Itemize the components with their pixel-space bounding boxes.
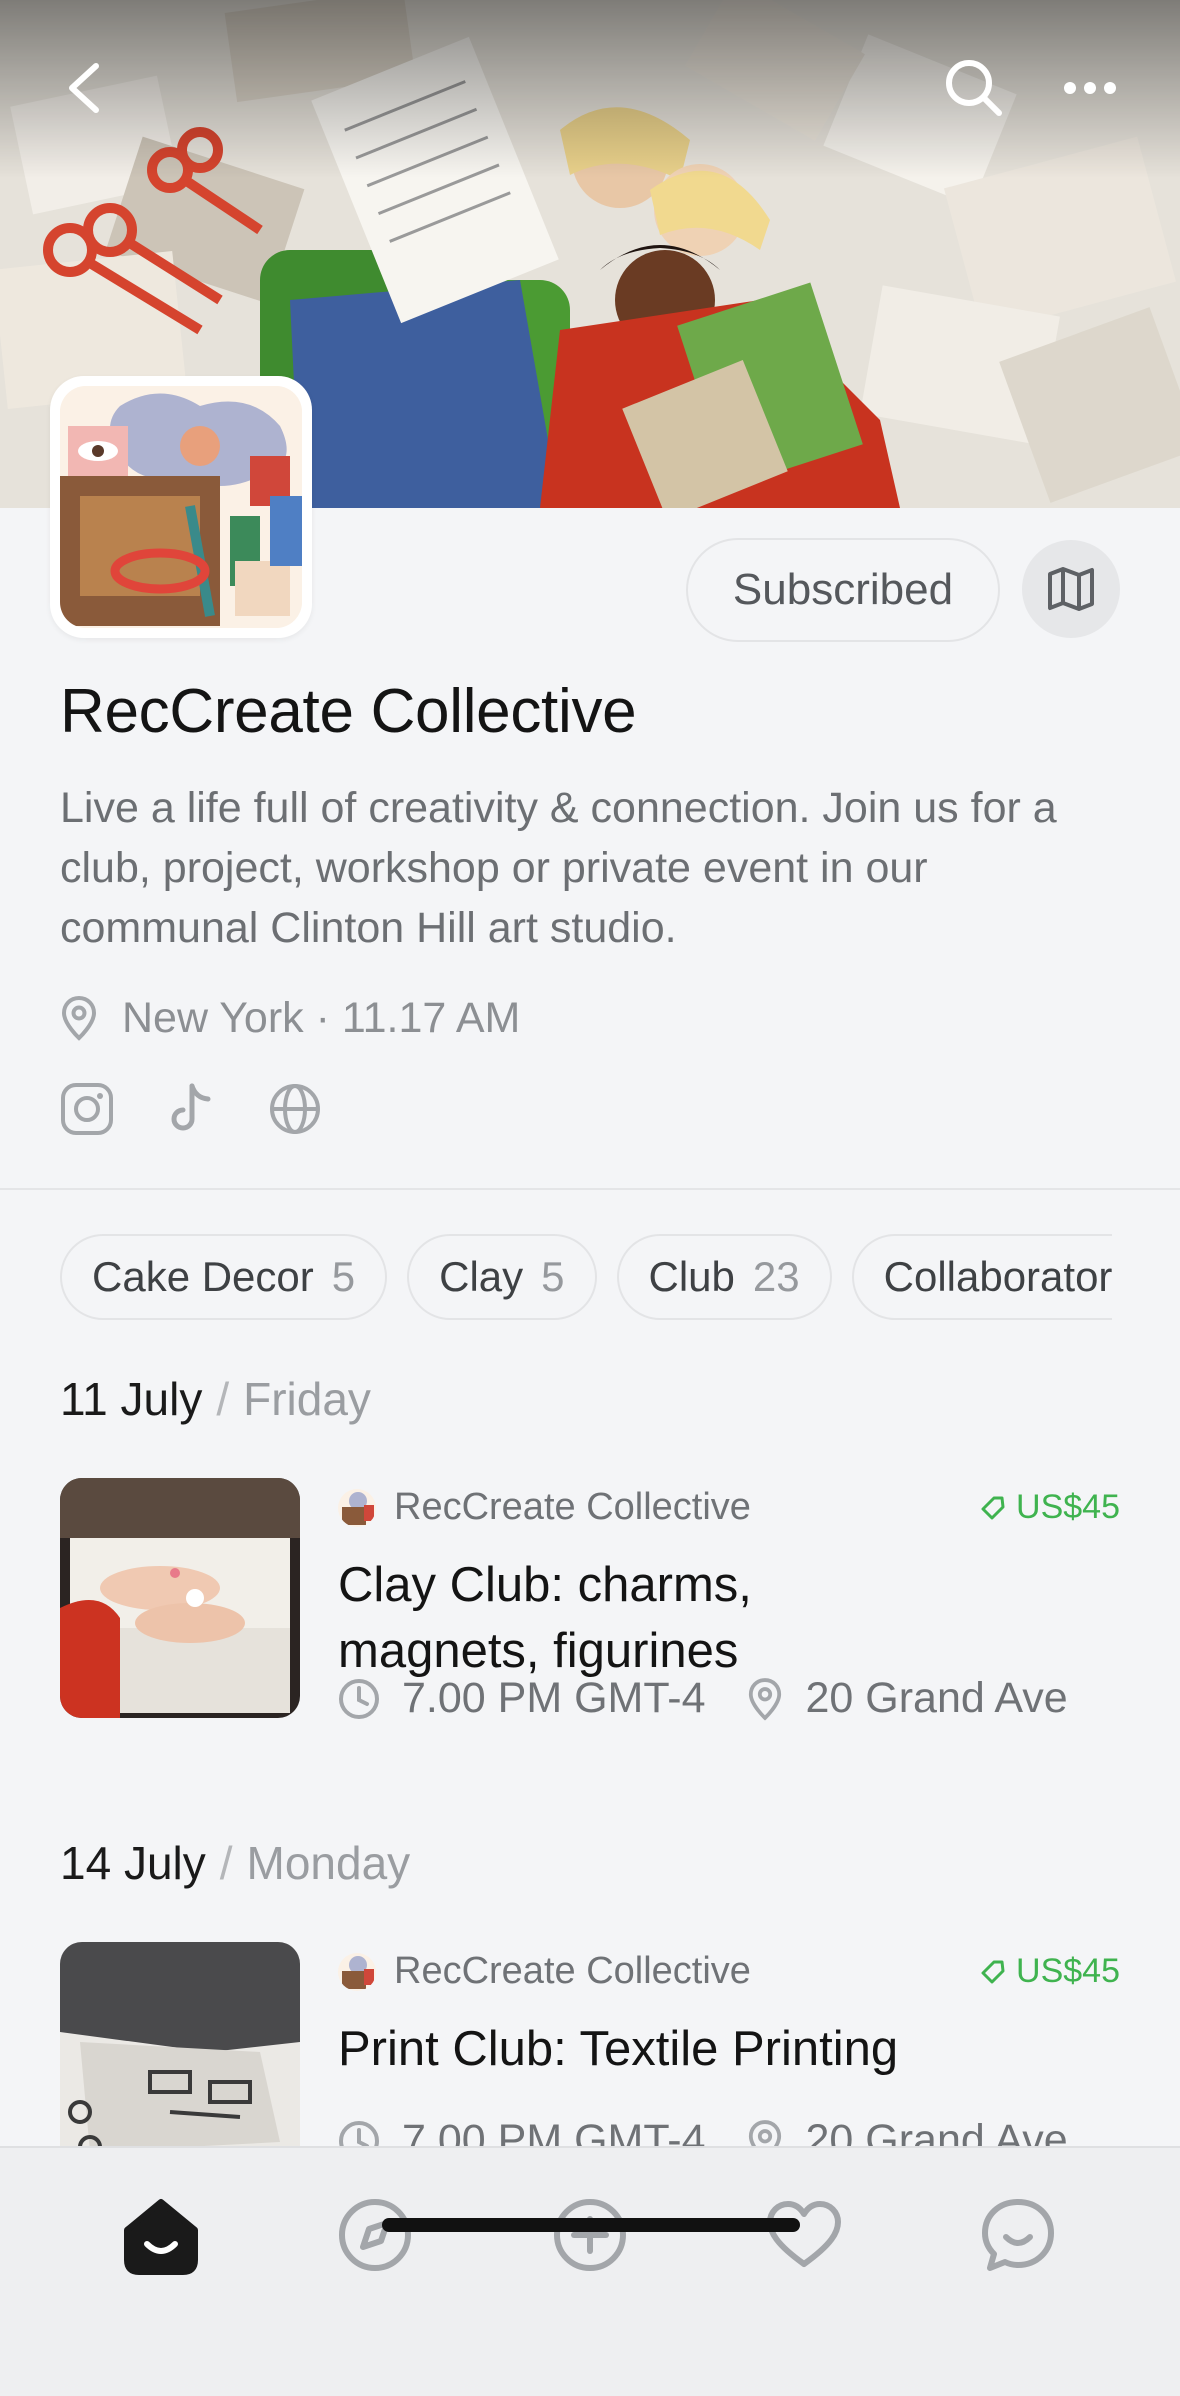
event-time: 7.00 PM GMT-4 — [402, 1674, 706, 1722]
event-card[interactable]: RecCreate Collective US$45 Clay Club: ch… — [60, 1478, 1120, 1758]
event-place: 20 Grand Ave — [805, 1674, 1068, 1722]
chip-club[interactable]: Club 23 — [616, 1234, 832, 1320]
host-avatar — [338, 1952, 376, 1991]
tab-favorites[interactable] — [759, 2190, 849, 2280]
map-icon — [1048, 567, 1094, 611]
location-pin-icon — [747, 2119, 783, 2146]
chip-label: Collaborator — [883, 1253, 1113, 1300]
messages-chat-icon — [982, 2199, 1054, 2271]
tab-create[interactable] — [545, 2190, 635, 2280]
event-time: 7.00 PM GMT-4 — [402, 2116, 706, 2146]
chip-count: 5 — [331, 1253, 356, 1300]
chip-label: Cake Decor — [92, 1253, 314, 1300]
price-text: US$45 — [1016, 1952, 1120, 1990]
day-date: 11 July — [60, 1373, 203, 1425]
tab-bar — [0, 2146, 1180, 2396]
chip-label: Club — [648, 1253, 735, 1300]
event-thumbnail — [60, 1478, 300, 1718]
subscribed-label: Subscribed — [732, 565, 954, 614]
event-host: RecCreate Collective — [338, 1950, 751, 1993]
chip-collaborator[interactable]: Collaborator — [851, 1234, 1113, 1320]
price-text: US$45 — [1016, 1488, 1120, 1526]
event-thumbnail — [60, 1942, 300, 2146]
ticket-tag-icon — [981, 1496, 1005, 1519]
tab-home[interactable] — [116, 2190, 206, 2280]
day-date: 14 July — [60, 1837, 206, 1889]
day-weekday: Friday — [243, 1373, 371, 1425]
chip-count: 23 — [752, 1253, 800, 1300]
host-name: RecCreate Collective — [394, 1950, 751, 1992]
instagram-icon[interactable] — [60, 1082, 114, 1136]
location-time-text: New York · 11.17 AM — [122, 993, 521, 1042]
tab-explore[interactable] — [330, 2190, 420, 2280]
chip-count: 5 — [541, 1253, 565, 1300]
more-button[interactable] — [1054, 52, 1126, 124]
chip-clay[interactable]: Clay 5 — [407, 1234, 597, 1320]
profile-name: RecCreate Collective — [60, 677, 637, 746]
day-weekday: Monday — [246, 1837, 411, 1889]
clock-icon — [338, 2120, 380, 2146]
back-button[interactable] — [48, 52, 120, 124]
chevron-left-icon — [69, 63, 99, 113]
chip-cake-decor[interactable]: Cake Decor 5 — [60, 1234, 388, 1320]
section-divider — [0, 1188, 1180, 1190]
tiktok-icon[interactable] — [164, 1082, 218, 1136]
event-host: RecCreate Collective — [338, 1486, 751, 1529]
event-title: Clay Club: charms, magnets, figurines — [338, 1558, 752, 1678]
host-avatar — [338, 1488, 376, 1527]
event-card[interactable]: RecCreate Collective US$45 Print Club: T… — [60, 1942, 1120, 2146]
event-price: US$45 — [980, 1952, 1120, 1991]
location-pin-icon — [747, 1677, 783, 1721]
category-chips: Cake Decor 5 Clay 5 Club 23 Collaborator — [60, 1234, 1113, 1320]
home-indicator — [382, 2218, 800, 2232]
location-pin-icon — [60, 995, 98, 1041]
host-name: RecCreate Collective — [394, 1486, 751, 1528]
globe-icon[interactable] — [268, 1082, 322, 1136]
tab-messages[interactable] — [973, 2190, 1063, 2280]
explore-compass-icon — [339, 2199, 411, 2271]
event-meta: 7.00 PM GMT-4 20 Grand Ave — [338, 2116, 1068, 2146]
day-header: 11 July / Friday — [60, 1373, 371, 1425]
create-plus-icon — [554, 2199, 626, 2271]
event-place: 20 Grand Ave — [805, 2116, 1068, 2146]
map-button[interactable] — [1022, 540, 1120, 638]
event-meta: 7.00 PM GMT-4 20 Grand Ave — [338, 1674, 1068, 1723]
profile-location: New York · 11.17 AM — [60, 988, 520, 1048]
favorites-heart-icon — [767, 2201, 841, 2267]
event-price: US$45 — [980, 1488, 1120, 1527]
day-header: 14 July / Monday — [60, 1837, 411, 1889]
subscribed-button[interactable]: Subscribed — [686, 538, 1000, 642]
chip-label: Clay — [439, 1253, 524, 1300]
event-title: Print Club: Textile Printing — [338, 2022, 899, 2076]
profile-avatar — [50, 376, 312, 638]
search-icon — [946, 60, 1002, 116]
search-button[interactable] — [938, 52, 1010, 124]
home-icon — [124, 2199, 198, 2275]
clock-icon — [338, 1678, 380, 1720]
ticket-tag-icon — [981, 1960, 1005, 1983]
profile-description: Live a life full of creativity & connect… — [60, 784, 1057, 952]
social-links — [60, 1082, 322, 1136]
more-horizontal-icon — [1064, 82, 1116, 94]
